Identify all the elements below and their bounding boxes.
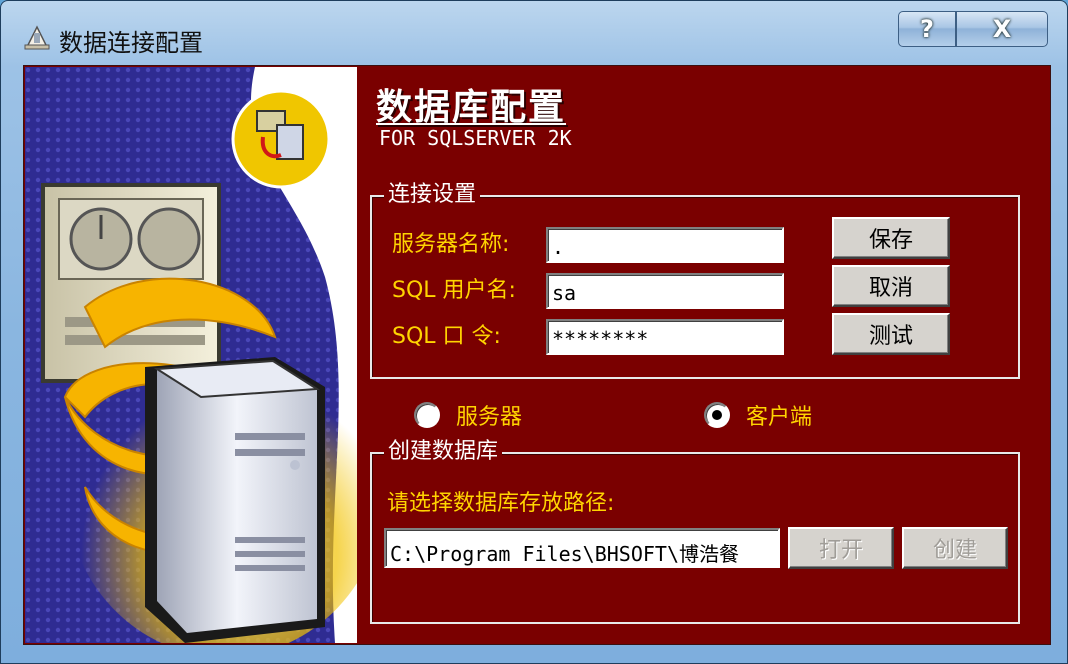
- save-button-label: 保存: [868, 228, 913, 253]
- window-title: 数据连接配置: [59, 29, 203, 57]
- close-button[interactable]: X: [956, 11, 1048, 47]
- dialog-window: 数据连接配置 ? X 数据库配置 FOR SQLSERVER 2K 连接设置 服…: [0, 0, 1068, 664]
- server-illustration: [25, 67, 357, 643]
- sql-password-input[interactable]: ********: [546, 319, 784, 355]
- db-path-label: 请选择数据库存放路径:: [387, 491, 615, 516]
- sql-user-label: SQL 用户名:: [392, 278, 516, 303]
- create-button-label: 创建: [932, 538, 977, 563]
- radio-client[interactable]: 客户端: [704, 399, 812, 431]
- close-icon: X: [992, 15, 1012, 43]
- help-button[interactable]: ?: [898, 11, 956, 47]
- server-name-input[interactable]: .: [546, 227, 784, 263]
- connection-settings-group: 连接设置 服务器名称: . SQL 用户名: sa SQL 口 令: *****…: [370, 181, 1020, 379]
- create-button[interactable]: 创建: [902, 527, 1008, 569]
- page-subtitle: FOR SQLSERVER 2K: [379, 126, 572, 150]
- open-button[interactable]: 打开: [788, 527, 894, 569]
- sql-password-label: SQL 口 令:: [392, 324, 501, 349]
- server-name-label: 服务器名称:: [392, 232, 510, 257]
- radio-server-indicator[interactable]: [414, 402, 440, 428]
- connection-settings-legend: 连接设置: [384, 181, 481, 209]
- open-button-label: 打开: [818, 538, 863, 563]
- db-path-input[interactable]: C:\Program Files\BHSOFT\博浩餐: [384, 528, 780, 568]
- cancel-button-label: 取消: [868, 276, 913, 301]
- help-icon: ?: [920, 15, 934, 43]
- test-button[interactable]: 测试: [832, 313, 950, 355]
- test-button-label: 测试: [868, 324, 913, 349]
- client-area: 数据库配置 FOR SQLSERVER 2K 连接设置 服务器名称: . SQL…: [23, 65, 1051, 645]
- create-database-legend: 创建数据库: [384, 438, 503, 466]
- sql-user-input[interactable]: sa: [546, 273, 784, 309]
- save-button[interactable]: 保存: [832, 217, 950, 259]
- radio-server-label: 服务器: [456, 405, 523, 430]
- radio-server[interactable]: 服务器: [414, 399, 522, 431]
- radio-client-label: 客户端: [746, 405, 813, 430]
- cancel-button[interactable]: 取消: [832, 265, 950, 307]
- app-icon: [21, 23, 53, 51]
- page-title: 数据库配置: [376, 87, 567, 128]
- title-bar[interactable]: 数据连接配置 ? X: [1, 1, 1067, 63]
- radio-client-indicator[interactable]: [704, 402, 730, 428]
